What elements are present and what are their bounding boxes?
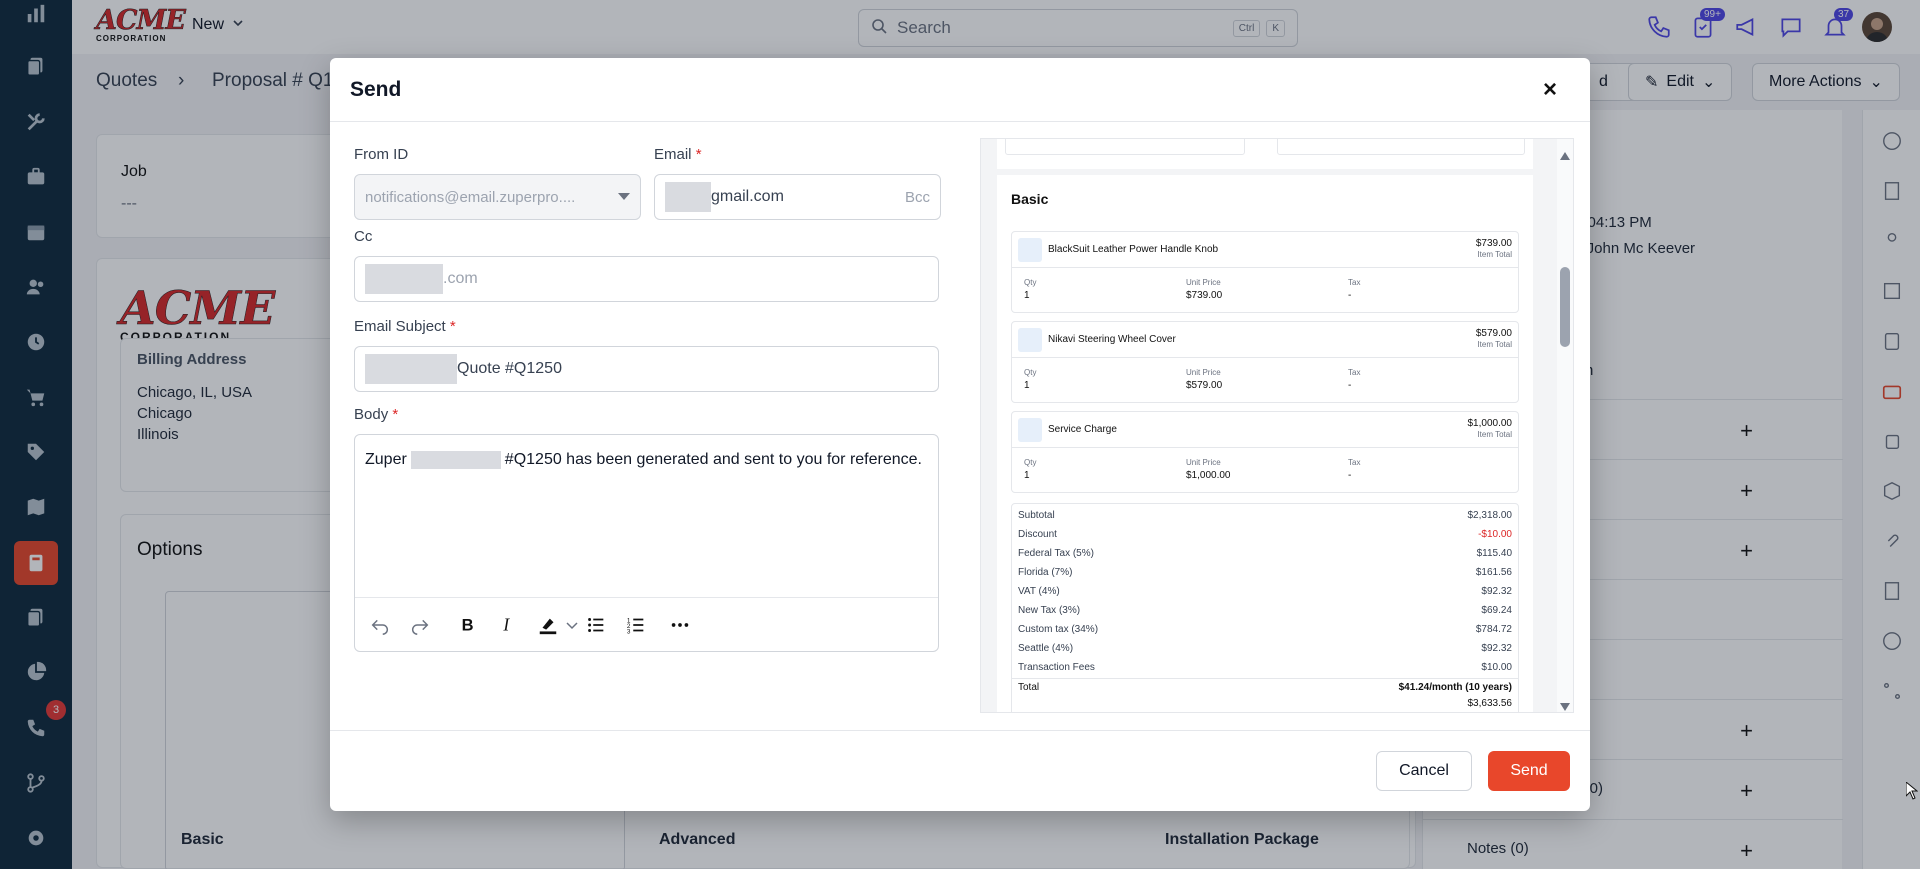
totals-table: Subtotal $2,318.00 Discount -$10.00 Federa… <box>1011 503 1519 712</box>
body-text[interactable]: Zuper #Q1250 has been generated and sent… <box>365 451 922 469</box>
send-modal: Send × From ID notifications@email.zuper… <box>330 58 1590 811</box>
svg-text:3: 3 <box>627 628 631 635</box>
cc-label: Cc <box>354 228 373 245</box>
quote-preview[interactable]: Basic BlackSuit Leather Power Handle Kno… <box>980 138 1574 713</box>
svg-text:I: I <box>502 615 510 635</box>
subject-field[interactable]: Quote #Q1250 <box>354 346 939 392</box>
preview-option-card: Basic BlackSuit Leather Power Handle Kno… <box>997 175 1533 712</box>
total-row: New Tax (3%) $69.24 <box>1018 605 1512 616</box>
modal-footer: Cancel Send <box>330 730 1590 811</box>
editor-toolbar: B I 123 <box>355 597 938 651</box>
scrollbar-thumb[interactable] <box>1560 267 1570 347</box>
from-id-select[interactable]: notifications@email.zuperpro.... <box>354 174 641 220</box>
bullet-list-icon[interactable] <box>585 614 607 636</box>
line-item: BlackSuit Leather Power Handle Knob $739… <box>1011 231 1519 313</box>
mouse-cursor-icon <box>1905 780 1919 803</box>
line-item: Service Charge $1,000.00 Item Total Qty … <box>1011 411 1519 493</box>
product-image-icon <box>1018 238 1042 262</box>
total-row: Custom tax (34%) $784.72 <box>1018 624 1512 635</box>
caret-down-icon <box>618 188 630 206</box>
svg-text:B: B <box>462 617 474 635</box>
scroll-up-icon[interactable] <box>1560 147 1570 163</box>
email-field[interactable]: gmail.com Bcc <box>654 174 941 220</box>
highlight-icon[interactable] <box>537 614 559 636</box>
modal-title: Send <box>350 78 402 101</box>
send-button[interactable]: Send <box>1488 751 1570 791</box>
bold-icon[interactable]: B <box>457 614 479 636</box>
total-row: Subtotal $2,318.00 <box>1018 510 1512 521</box>
undo-icon[interactable] <box>369 614 391 636</box>
line-item: Nikavi Steering Wheel Cover $579.00 Item… <box>1011 321 1519 403</box>
total-row: Federal Tax (5%) $115.40 <box>1018 548 1512 559</box>
total-row: Discount -$10.00 <box>1018 529 1512 540</box>
total-row: VAT (4%) $92.32 <box>1018 586 1512 597</box>
redacted-block <box>365 264 443 294</box>
body-editor[interactable]: Zuper #Q1250 has been generated and sent… <box>354 434 939 652</box>
subject-label: Email Subject * <box>354 318 456 335</box>
redacted-block <box>410 451 501 469</box>
preview-option-title: Basic <box>1011 191 1049 207</box>
highlight-dropdown-icon[interactable] <box>561 614 578 636</box>
redacted-block <box>365 354 457 384</box>
bcc-toggle[interactable]: Bcc <box>905 189 930 206</box>
scroll-down-icon[interactable] <box>1560 698 1570 712</box>
close-icon[interactable]: × <box>1540 78 1560 102</box>
redacted-block <box>665 182 711 212</box>
grand-total-row: Total $41.24/month (10 years) <box>1018 682 1512 693</box>
product-image-icon <box>1018 418 1042 442</box>
numbered-list-icon[interactable]: 123 <box>625 614 647 636</box>
italic-icon[interactable]: I <box>497 614 519 636</box>
modal-header: Send × <box>330 58 1590 122</box>
email-label: Email * <box>654 146 702 163</box>
preview-top-fragment <box>997 139 1533 169</box>
from-id-label: From ID <box>354 146 409 163</box>
body-label: Body * <box>354 406 399 423</box>
total-row: Seattle (4%) $92.32 <box>1018 643 1512 654</box>
cc-field[interactable]: .com <box>354 256 939 302</box>
more-options-icon[interactable] <box>669 614 691 636</box>
product-image-icon <box>1018 328 1042 352</box>
cancel-button[interactable]: Cancel <box>1376 751 1472 791</box>
total-row: Florida (7%) $161.56 <box>1018 567 1512 578</box>
preview-scrollbar[interactable] <box>1557 139 1573 712</box>
redo-icon[interactable] <box>409 614 431 636</box>
total-row: Transaction Fees $10.00 <box>1018 662 1512 673</box>
grand-total-value: $3,633.56 <box>1467 698 1513 709</box>
